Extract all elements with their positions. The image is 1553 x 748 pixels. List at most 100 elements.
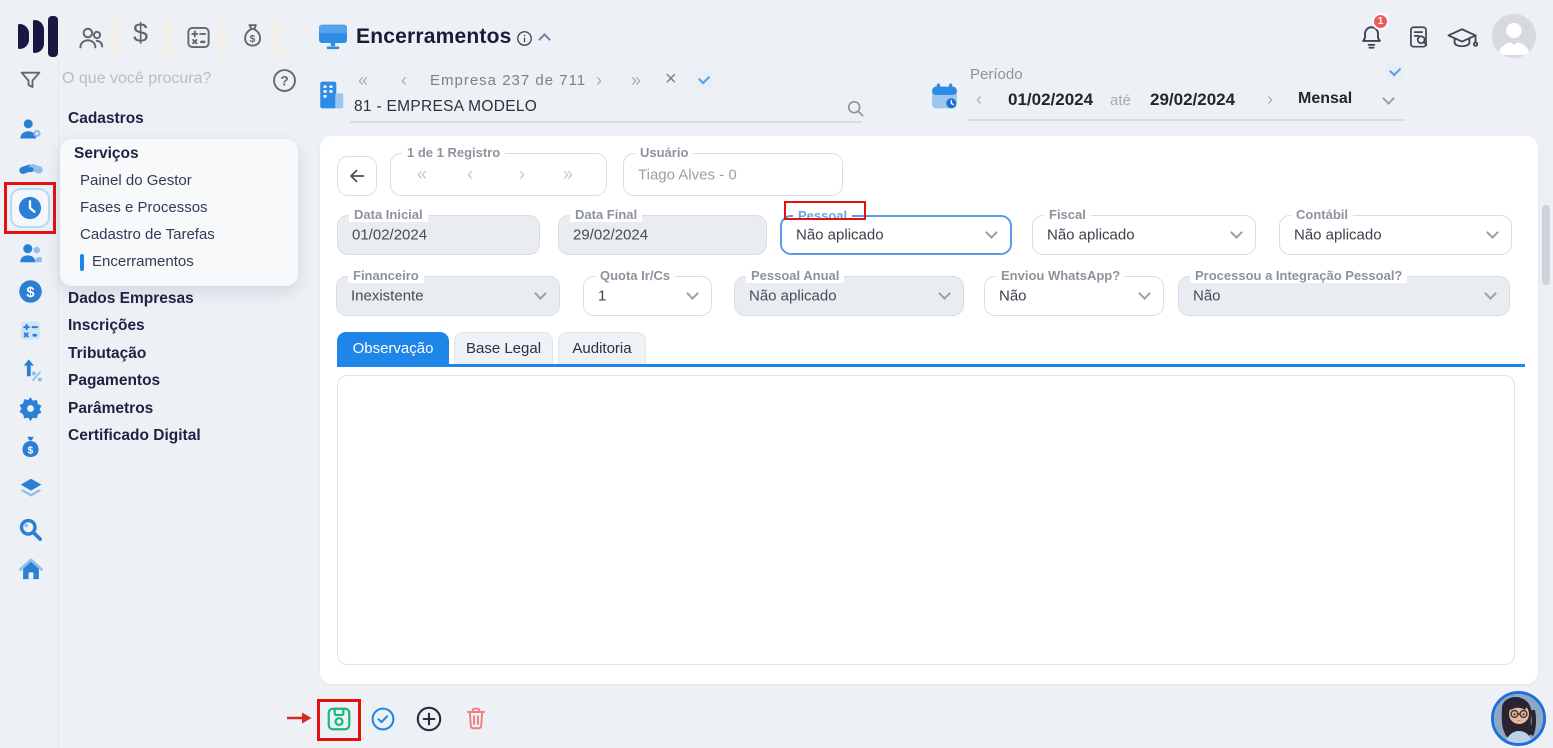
chevron-down-icon — [534, 287, 547, 300]
sidebar-item-certificado-digital[interactable]: Certificado Digital — [68, 427, 201, 445]
field-quota-ir-cs[interactable]: Quota Ir/Cs 1 — [583, 268, 712, 316]
assistant-avatar[interactable] — [1491, 691, 1546, 746]
user-avatar[interactable] — [1492, 14, 1536, 58]
field-label: Contábil — [1291, 207, 1353, 222]
field-financeiro[interactable]: Financeiro Inexistente — [336, 268, 560, 316]
user-field-legend: Usuário — [635, 145, 694, 160]
sidebar-group-servicos[interactable]: Serviços — [74, 145, 139, 163]
confirm-button[interactable] — [370, 706, 396, 737]
topbar-divider — [163, 22, 172, 56]
logo[interactable] — [18, 16, 62, 57]
sidebar-item-painel-do-gestor[interactable]: Painel do Gestor — [80, 172, 192, 189]
clients-icon[interactable] — [76, 23, 106, 58]
sidebar-item-parametros[interactable]: Parâmetros — [68, 400, 153, 418]
field-data-final[interactable]: Data Final 29/02/2024 — [558, 207, 767, 255]
field-label: Fiscal — [1044, 207, 1091, 222]
sidebar-item-cadastro-de-tarefas[interactable]: Cadastro de Tarefas — [80, 226, 215, 243]
svg-text:$: $ — [26, 285, 34, 301]
notification-badge: 1 — [1372, 13, 1389, 30]
period-prev-button[interactable]: ‹ — [976, 90, 982, 108]
company-checkbox[interactable] — [695, 71, 713, 89]
chevron-down-icon[interactable] — [1382, 92, 1395, 105]
company-clear-button[interactable]: × — [665, 69, 677, 89]
company-name[interactable]: 81 - EMPRESA MODELO — [354, 98, 537, 116]
collapse-title-icon[interactable] — [538, 33, 551, 46]
company-first-button[interactable]: « — [358, 71, 368, 89]
scrollbar-thumb[interactable] — [1542, 205, 1550, 285]
company-prev-button[interactable]: ‹ — [401, 71, 407, 89]
record-last-button[interactable]: » — [563, 165, 573, 183]
services-clock-icon[interactable] — [10, 188, 50, 228]
company-last-button[interactable]: » — [631, 71, 641, 89]
sidebar-item-dados-empresas[interactable]: Dados Empresas — [68, 290, 194, 308]
help-icon[interactable]: ? — [271, 67, 298, 99]
home-icon[interactable] — [17, 556, 45, 588]
tab-base-legal[interactable]: Base Legal — [454, 332, 553, 364]
field-processou-integracao-pessoal[interactable]: Processou a Integração Pessoal? Não — [1178, 268, 1510, 316]
topbar-divider — [273, 22, 282, 56]
record-prev-button[interactable]: ‹ — [467, 165, 473, 183]
field-fiscal[interactable]: Fiscal Não aplicado — [1032, 207, 1256, 255]
search-input[interactable] — [62, 70, 262, 88]
info-icon[interactable] — [516, 30, 533, 52]
tab-observacao[interactable]: Observação — [337, 332, 449, 364]
period-mode-select[interactable]: Mensal — [1298, 90, 1352, 108]
dollar-circle-icon[interactable]: $ — [17, 278, 44, 310]
sidebar-item-encerramentos[interactable]: Encerramentos — [92, 253, 194, 270]
people-icon[interactable] — [17, 240, 45, 271]
search-blue-icon[interactable] — [17, 516, 44, 548]
field-label: Processou a Integração Pessoal? — [1190, 268, 1408, 283]
period-start-date[interactable]: 01/02/2024 — [1008, 90, 1093, 110]
period-checkbox[interactable] — [1386, 63, 1404, 81]
document-search-icon[interactable] — [1406, 24, 1432, 56]
field-label: Pessoal — [793, 208, 853, 223]
record-next-button[interactable]: › — [519, 165, 525, 183]
calculator-blue-icon[interactable] — [17, 317, 44, 349]
observation-textarea[interactable] — [337, 375, 1515, 665]
field-contabil[interactable]: Contábil Não aplicado — [1279, 207, 1512, 255]
period-separator: até — [1110, 92, 1131, 109]
record-first-button[interactable]: « — [417, 165, 427, 183]
chevron-down-icon — [938, 287, 951, 300]
sidebar-item-cadastros[interactable]: Cadastros — [68, 110, 144, 128]
company-next-button[interactable]: › — [596, 71, 602, 89]
layers-icon[interactable] — [17, 476, 45, 507]
user-settings-icon[interactable] — [17, 116, 44, 148]
handshake-icon[interactable] — [17, 156, 45, 187]
field-data-inicial[interactable]: Data Inicial 01/02/2024 — [337, 207, 540, 255]
field-value: 1 — [598, 287, 607, 305]
moneybag-icon[interactable]: $ — [238, 21, 267, 57]
logo-bar — [33, 20, 44, 53]
sidebar-item-fases-e-processos[interactable]: Fases e Processos — [80, 199, 208, 216]
add-button[interactable] — [415, 705, 443, 738]
period-underline — [968, 119, 1405, 121]
tab-auditoria[interactable]: Auditoria — [558, 332, 646, 364]
topbar-divider — [218, 22, 227, 56]
company-underline — [350, 121, 862, 123]
moneybag-blue-icon[interactable]: $ — [17, 434, 44, 467]
user-field[interactable]: Usuário Tiago Alves - 0 — [623, 145, 843, 196]
sidebar-item-inscricoes[interactable]: Inscrições — [68, 317, 145, 335]
chevron-down-icon — [686, 287, 699, 300]
back-button[interactable] — [337, 156, 377, 196]
period-end-date[interactable]: 29/02/2024 — [1150, 90, 1235, 110]
sidebar-item-pagamentos[interactable]: Pagamentos — [68, 372, 160, 390]
field-label: Data Inicial — [349, 207, 428, 222]
field-pessoal[interactable]: Pessoal Não aplicado — [780, 208, 1012, 255]
field-value: Não aplicado — [749, 287, 837, 305]
company-counter: Empresa 237 de 711 — [430, 72, 587, 89]
field-pessoal-anual[interactable]: Pessoal Anual Não aplicado — [734, 268, 964, 316]
calculator-icon[interactable] — [185, 24, 212, 56]
svg-text:$: $ — [250, 34, 256, 45]
field-value: Não aplicado — [796, 226, 884, 244]
delete-button[interactable] — [463, 705, 489, 737]
field-enviou-whatsapp[interactable]: Enviou WhatsApp? Não — [984, 268, 1164, 316]
graduation-cap-icon[interactable] — [1446, 26, 1479, 56]
percent-up-icon[interactable] — [17, 356, 44, 388]
gear-icon[interactable] — [17, 395, 44, 427]
page-title: Encerramentos — [356, 25, 512, 48]
sidebar-item-tributacao[interactable]: Tributação — [68, 345, 146, 363]
save-button[interactable] — [325, 705, 353, 738]
period-next-button[interactable]: › — [1267, 90, 1273, 108]
finance-icon[interactable]: $ — [133, 18, 148, 49]
